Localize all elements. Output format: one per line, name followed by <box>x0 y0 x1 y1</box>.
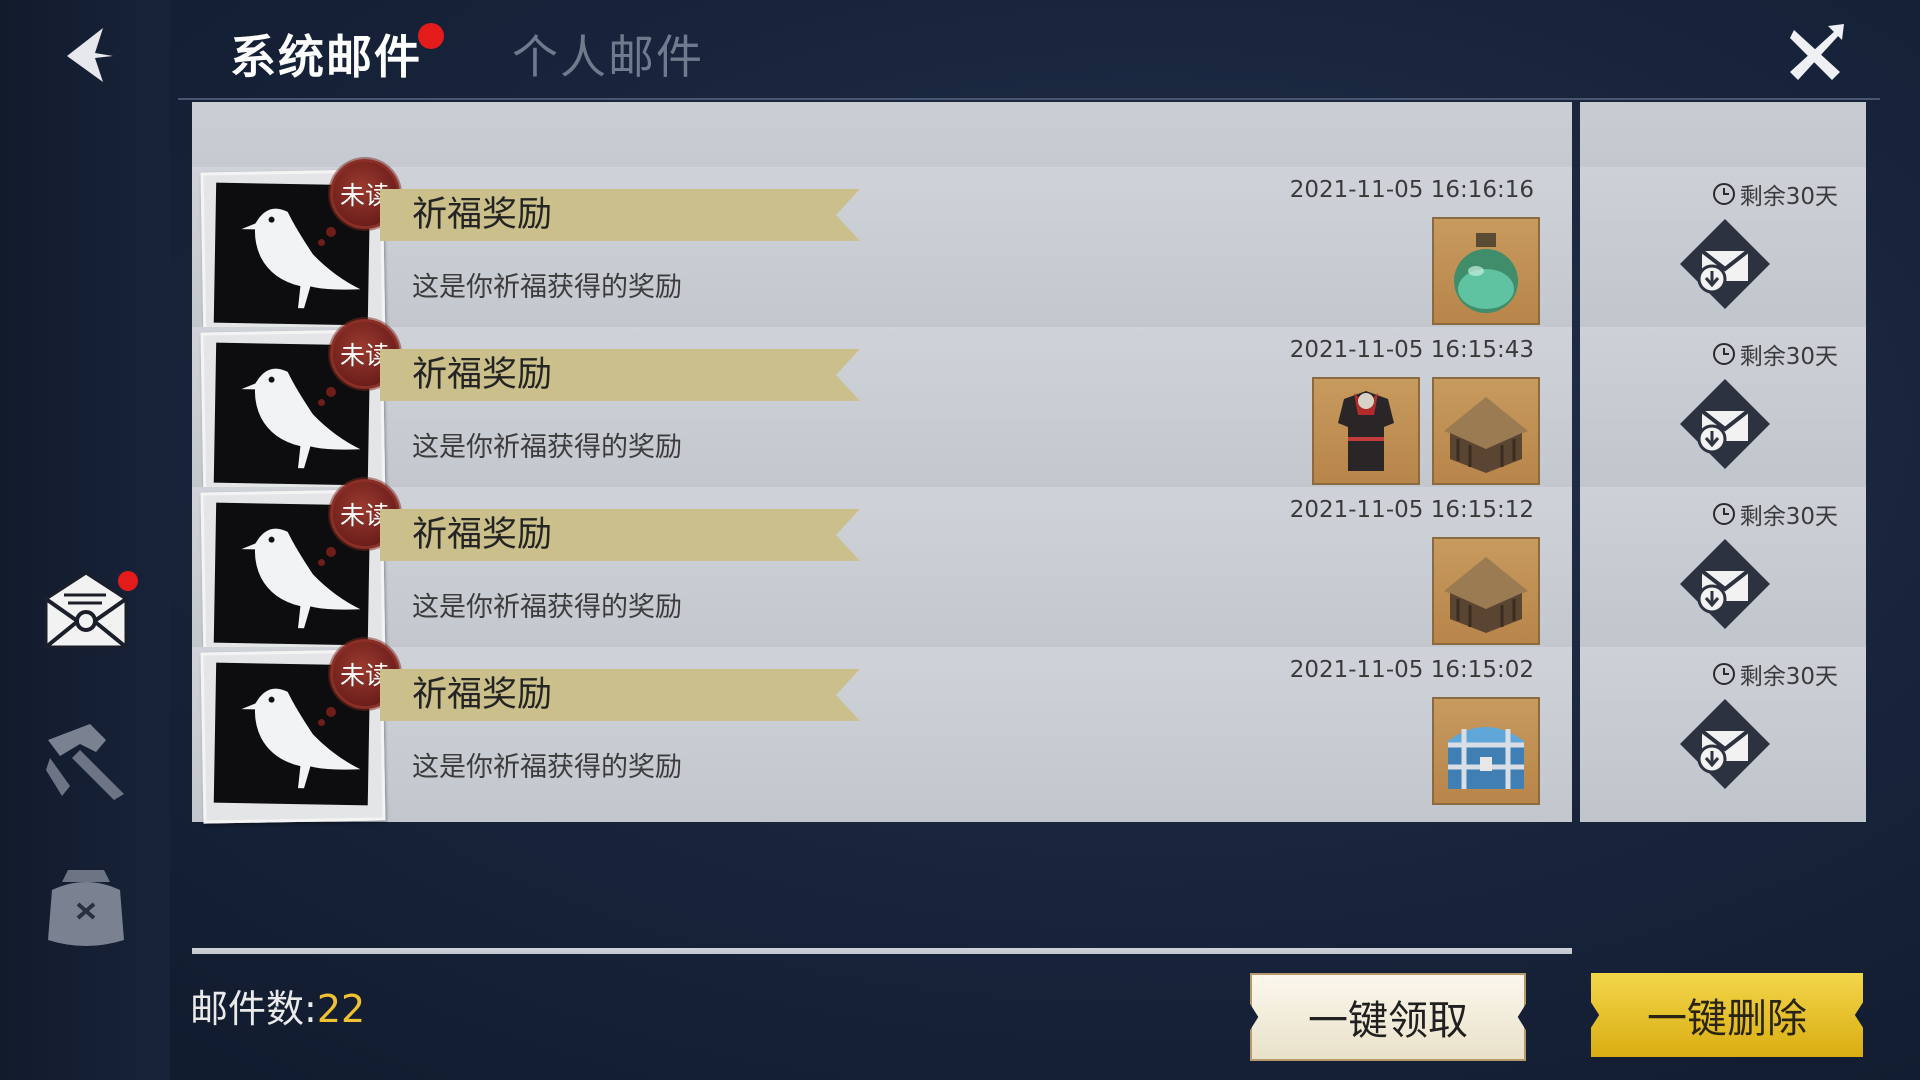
claim-mail-icon[interactable] <box>1678 537 1772 631</box>
mail-actions: 剩余30天 <box>1580 167 1866 342</box>
tab-personal-label: 个人邮件 <box>512 30 704 84</box>
mail-description: 这是你祈福获得的奖励 <box>412 752 682 783</box>
mail-timestamp: 2021-11-05 16:15:12 <box>1289 497 1534 523</box>
reward-item[interactable] <box>1312 377 1420 485</box>
mail-actions: 剩余30天 <box>1580 327 1866 502</box>
remaining-days: 剩余30天 <box>1712 657 1838 691</box>
mail-tabs: 系统邮件 个人邮件 <box>230 14 704 94</box>
mail-actions: 剩余30天 <box>1580 647 1866 822</box>
remaining-days: 剩余30天 <box>1712 497 1838 531</box>
mail-description: 这是你祈福获得的奖励 <box>412 272 682 303</box>
hut-icon <box>1444 397 1528 473</box>
mail-title: 祈福奖励 <box>412 675 553 715</box>
tab-system-label: 系统邮件 <box>230 30 422 84</box>
delete-all-label: 一键删除 <box>1647 996 1807 1042</box>
seal-drip <box>318 399 325 406</box>
claim-mail-icon[interactable] <box>1678 377 1772 471</box>
reward-item[interactable] <box>1432 217 1540 325</box>
clock-icon <box>1712 503 1735 525</box>
mail-title: 祈福奖励 <box>412 195 553 235</box>
hut-icon <box>1444 557 1528 633</box>
remaining-days: 剩余30天 <box>1712 177 1838 211</box>
seal-drip <box>326 547 336 557</box>
clock-icon <box>1712 343 1735 365</box>
mail-row[interactable]: 未读 祈福奖励 这是你祈福获得的奖励 2021-11-05 16:16:16 剩… <box>192 159 1866 344</box>
backpack-nav-icon[interactable] <box>40 860 132 952</box>
back-arrow-icon[interactable] <box>55 20 125 90</box>
reward-item[interactable] <box>1432 537 1540 645</box>
seal-drip <box>318 719 325 726</box>
claim-all-button[interactable]: 一键领取 <box>1250 973 1526 1061</box>
claim-mail-icon[interactable] <box>1678 217 1772 311</box>
mail-title: 祈福奖励 <box>412 355 553 395</box>
claim-mail-icon[interactable] <box>1678 697 1772 791</box>
tab-system-mail[interactable]: 系统邮件 <box>230 21 444 87</box>
seal-drip <box>326 707 336 717</box>
mail-content[interactable]: 未读 祈福奖励 这是你祈福获得的奖励 2021-11-05 16:15:12 <box>192 479 1572 664</box>
mail-row-partial-bottom <box>192 948 1866 954</box>
system-tab-notification-dot <box>418 23 444 49</box>
header-divider <box>178 98 1880 100</box>
tab-personal-mail[interactable]: 个人邮件 <box>512 21 704 87</box>
mail-timestamp: 2021-11-05 16:15:02 <box>1289 657 1534 683</box>
mail-list[interactable]: 未读 祈福奖励 这是你祈福获得的奖励 2021-11-05 16:16:16 剩… <box>192 102 1866 954</box>
mail-title: 祈福奖励 <box>412 515 553 555</box>
mail-actions: 剩余30天 <box>1580 487 1866 662</box>
clock-icon <box>1712 663 1735 685</box>
green-potion-icon <box>1454 233 1518 313</box>
claim-all-label: 一键领取 <box>1308 998 1468 1044</box>
close-icon[interactable] <box>1780 20 1850 90</box>
mail-row[interactable]: 未读 祈福奖励 这是你祈福获得的奖励 2021-11-05 16:15:02 剩 <box>192 639 1866 824</box>
mail-notification-dot <box>118 571 138 591</box>
remaining-days: 剩余30天 <box>1712 337 1838 371</box>
mail-content[interactable]: 未读 祈福奖励 这是你祈福获得的奖励 2021-11-05 16:15:02 <box>192 639 1572 824</box>
mail-content[interactable]: 未读 祈福奖励 这是你祈福获得的奖励 2021-11-05 16:15:43 <box>192 319 1572 504</box>
hammer-nav-icon[interactable] <box>40 710 132 802</box>
seal-drip <box>326 387 336 397</box>
mail-description: 这是你祈福获得的奖励 <box>412 432 682 463</box>
mail-count-label: 邮件数: <box>190 987 317 1031</box>
delete-all-button[interactable]: 一键删除 <box>1591 973 1863 1057</box>
mail-count-value: 22 <box>316 987 366 1031</box>
seal-drip <box>326 227 336 237</box>
mail-timestamp: 2021-11-05 16:15:43 <box>1289 337 1534 363</box>
clock-icon <box>1712 183 1735 205</box>
mail-timestamp: 2021-11-05 16:16:16 <box>1289 177 1534 203</box>
left-sidebar <box>0 0 170 1080</box>
mail-row[interactable]: 未读 祈福奖励 这是你祈福获得的奖励 2021-11-05 16:15:12 剩… <box>192 479 1866 664</box>
mail-count: 邮件数:22 <box>190 978 365 1033</box>
mail-nav-icon[interactable] <box>40 565 138 657</box>
seal-drip <box>318 239 325 246</box>
seal-drip <box>318 559 325 566</box>
armor-icon <box>1338 391 1394 471</box>
chest-icon <box>1448 727 1524 789</box>
mail-content[interactable]: 未读 祈福奖励 这是你祈福获得的奖励 2021-11-05 16:16:16 <box>192 159 1572 344</box>
mail-description: 这是你祈福获得的奖励 <box>412 592 682 623</box>
mail-row[interactable]: 未读 祈福奖励 这是你祈福获得的奖励 2021-11-05 16:15:43 剩… <box>192 319 1866 504</box>
reward-item[interactable] <box>1432 697 1540 805</box>
reward-item[interactable] <box>1432 377 1540 485</box>
